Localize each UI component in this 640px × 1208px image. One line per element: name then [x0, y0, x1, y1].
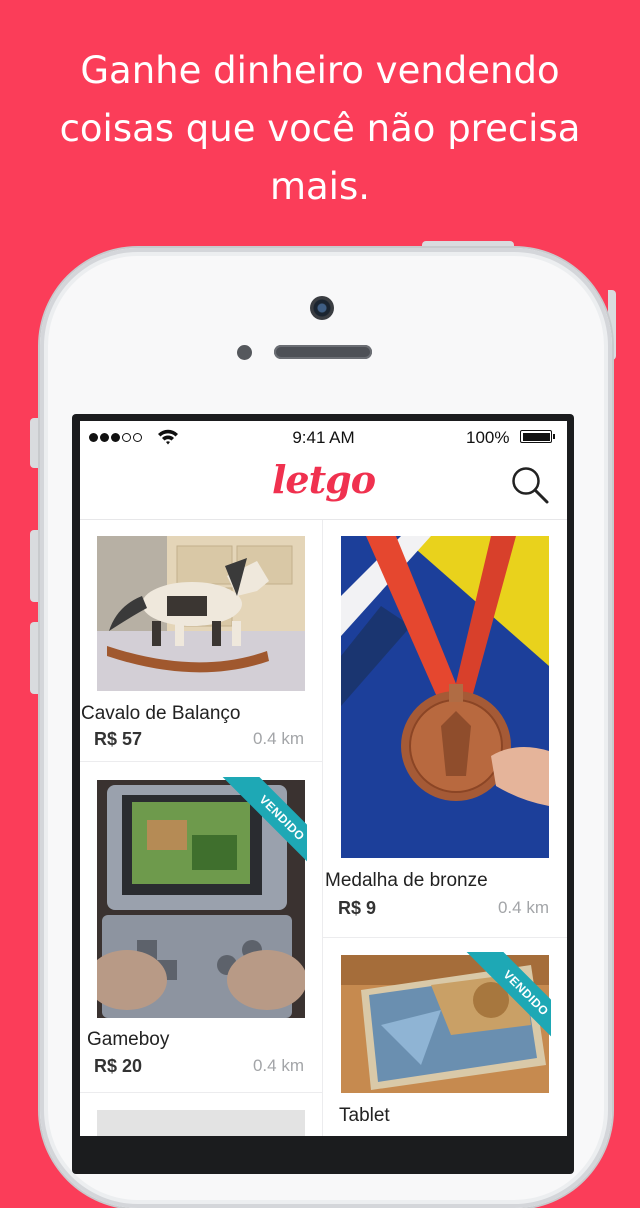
listing-card[interactable]: Cavalo de Balanço R$ 57 0.4 km [80, 520, 322, 762]
phone-mute-switch [30, 418, 40, 468]
headline-line-3: mais. [269, 165, 371, 208]
listing-distance: 0.4 km [252, 1056, 304, 1075]
battery-icon [520, 430, 555, 443]
listing-price: R$ 9 [338, 898, 377, 918]
card-divider [80, 1092, 322, 1093]
proximity-sensor [237, 345, 252, 360]
listing-image-rocking-horse [97, 536, 305, 691]
headline: Ganhe dinheiro vendendo coisas que você … [0, 42, 640, 216]
listing-title: Medalha de bronze [325, 870, 488, 891]
listing-distance: 0.4 km [252, 729, 304, 748]
listing-card[interactable]: VENDIDO Tablet [323, 939, 567, 1136]
letgo-logo: letgo [271, 457, 376, 502]
phone-volume-down-button [30, 622, 40, 694]
earpiece-speaker [274, 345, 372, 359]
status-bar: 9:41 AM 100% [80, 421, 567, 455]
listing-card[interactable] [80, 1094, 322, 1136]
sold-badge: VENDIDO [463, 952, 551, 1054]
listing-title: Cavalo de Balanço [81, 703, 241, 724]
listing-card[interactable]: VENDIDO Gameboy R$ 20 0.4 km [80, 763, 322, 1093]
listing-image-bronze-medal [341, 536, 549, 858]
listings-grid: Cavalo de Balanço R$ 57 0.4 km Medalha d… [80, 520, 567, 1136]
sold-ribbon: VENDIDO [449, 952, 551, 1054]
listing-price: R$ 20 [94, 1056, 143, 1076]
phone-volume-up-button [30, 530, 40, 602]
listing-card[interactable]: Medalha de bronze R$ 9 0.4 km [323, 520, 567, 938]
app-header: letgo [80, 455, 567, 520]
card-divider [323, 937, 567, 938]
sold-ribbon: VENDIDO [205, 777, 307, 879]
listing-title: Gameboy [87, 1029, 170, 1050]
listing-price: R$ 57 [94, 729, 143, 749]
battery-percentage: 100% [466, 428, 510, 447]
listing-title: Tablet [339, 1105, 390, 1126]
headline-line-2: coisas que você não precisa [59, 107, 581, 150]
listing-image [97, 1110, 305, 1136]
headline-line-1: Ganhe dinheiro vendendo [80, 49, 560, 92]
listing-distance: 0.4 km [497, 898, 549, 917]
search-icon[interactable] [510, 465, 550, 505]
front-camera-icon [310, 296, 334, 320]
card-divider [80, 761, 322, 762]
sold-badge: VENDIDO [219, 777, 307, 879]
app-screen: 9:41 AM 100% letgo Cavalo de Balanço R$ … [80, 421, 567, 1136]
